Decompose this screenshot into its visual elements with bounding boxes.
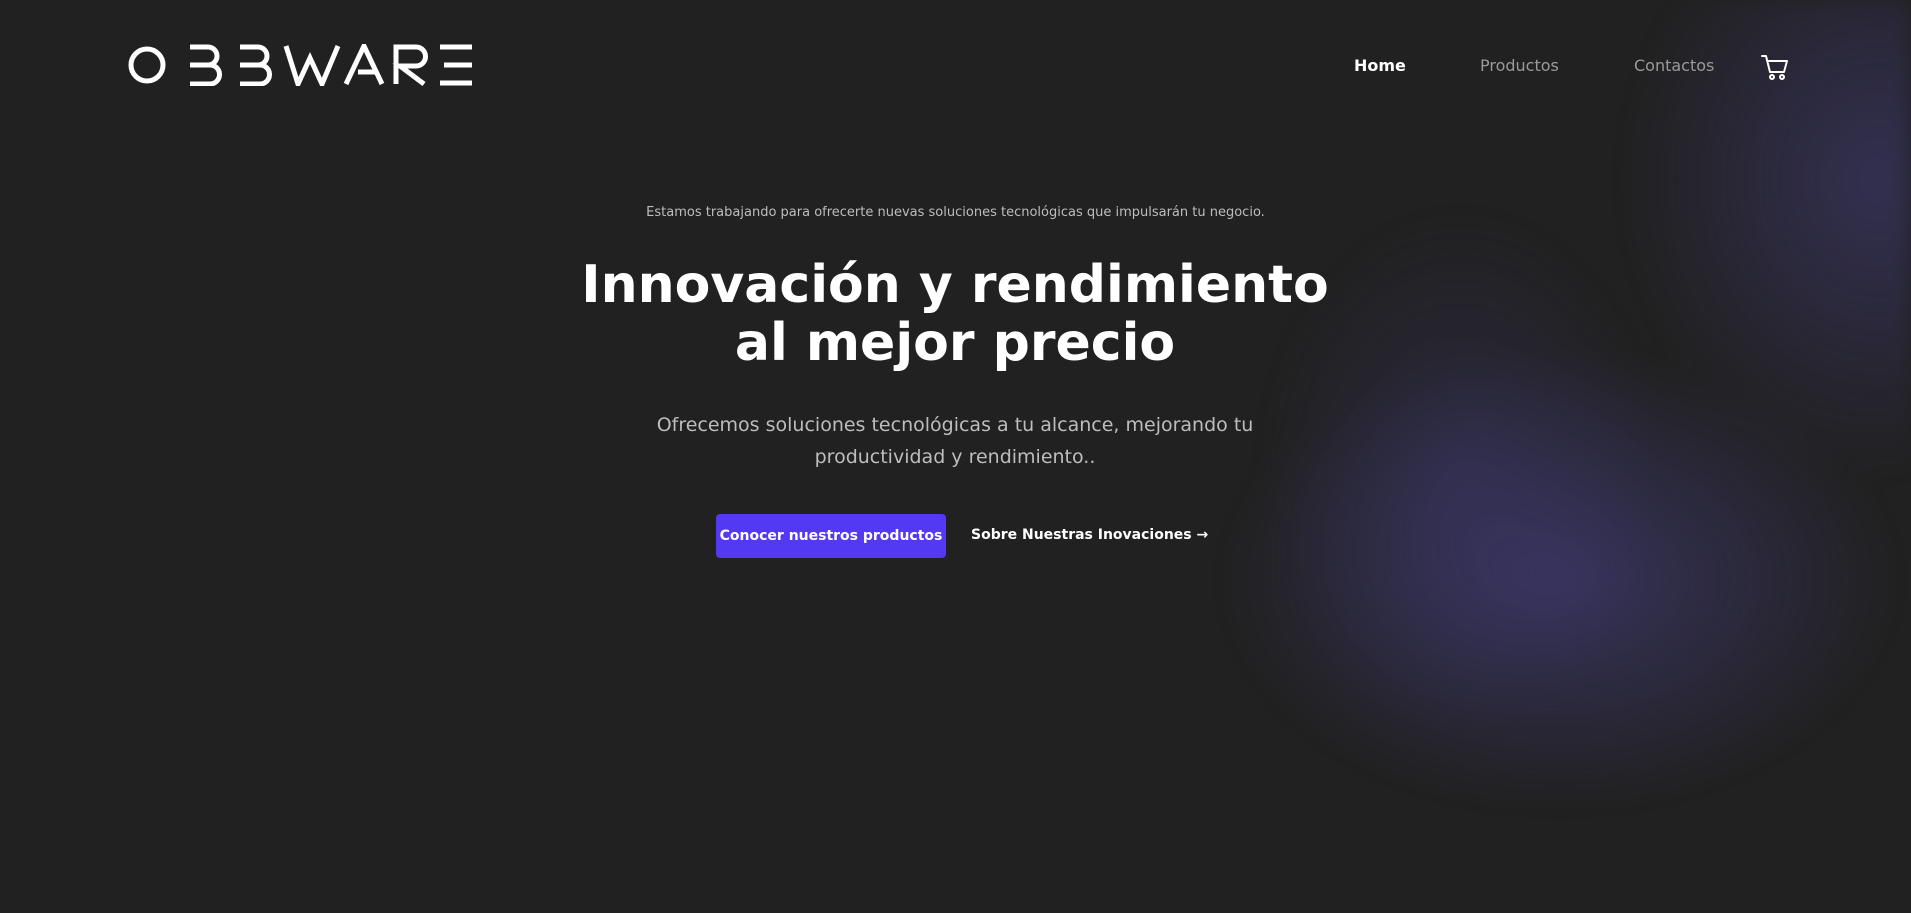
hero-cta-row: Conocer nuestros productos Sobre Nuestra… [716, 514, 1256, 558]
conocer-productos-button[interactable]: Conocer nuestros productos [716, 514, 946, 558]
hero-eyebrow: Estamos trabajando para ofrecerte nuevas… [646, 205, 1265, 220]
sobre-inovaciones-link[interactable]: Sobre Nuestras Inovaciones → [971, 527, 1208, 543]
hero-title-line-2: al mejor precio [734, 313, 1176, 373]
hero-subtitle: Ofrecemos soluciones tecnológicas a tu a… [656, 414, 1254, 468]
hero-section: Estamos trabajando para ofrecerte nuevas… [0, 0, 1911, 913]
hero-title-line-1: Innovación y rendimiento [581, 255, 1329, 315]
hero-title: Innovación y rendimiento al mejor precio [555, 256, 1355, 372]
